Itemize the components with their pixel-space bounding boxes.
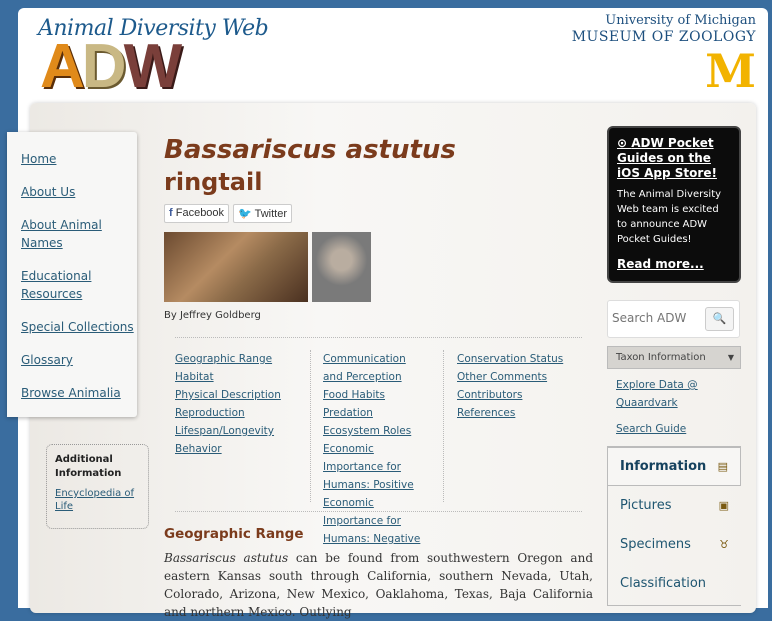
species-name-italic: Bassariscus astutus xyxy=(164,551,289,565)
toc-link[interactable]: Other Comments xyxy=(457,368,563,386)
promo-title-link[interactable]: ⊙ ADW Pocket Guides on the iOS App Store… xyxy=(617,136,731,181)
nav-about-us[interactable]: About Us xyxy=(21,183,137,201)
main-nav: Home About Us About Animal Names Educati… xyxy=(7,132,137,417)
nav-home[interactable]: Home xyxy=(21,150,137,168)
photo-strip xyxy=(164,232,594,302)
nav-browse-animalia[interactable]: Browse Animalia xyxy=(21,384,137,402)
photo-credit: By Jeffrey Goldberg xyxy=(164,310,261,321)
nav-special-collections[interactable]: Special Collections xyxy=(21,318,137,336)
tab-information[interactable]: Information ▤ xyxy=(608,447,741,486)
nav-about-animal-names[interactable]: About Animal Names xyxy=(21,216,137,252)
twitter-share-button[interactable]: 🐦 Twitter xyxy=(233,204,293,223)
tab-specimens[interactable]: Specimens ♉ xyxy=(608,525,741,564)
tab-classification[interactable]: Classification xyxy=(608,564,741,603)
toc-column-2: Communication and Perception Food Habits… xyxy=(310,350,428,545)
additional-info-title: Additional Information xyxy=(55,454,122,479)
adw-logo[interactable]: ADW xyxy=(40,36,182,98)
chevron-down-icon: ▼ xyxy=(727,353,734,362)
toc-link[interactable]: Geographic Range xyxy=(175,350,281,368)
table-of-contents: Geographic Range Habitat Physical Descri… xyxy=(175,337,582,545)
toc-link[interactable]: Communication and Perception xyxy=(323,350,428,386)
toc-link[interactable]: Physical Description xyxy=(175,386,281,404)
toc-link[interactable]: Economic Importance for Humans: Positive xyxy=(323,440,428,494)
toc-link[interactable]: Lifespan/Longevity xyxy=(175,422,281,440)
additional-info-box: Additional Information Encyclopedia of L… xyxy=(46,444,149,529)
toc-link[interactable]: References xyxy=(457,404,563,422)
toc-link[interactable]: Reproduction xyxy=(175,404,281,422)
common-name: ringtail xyxy=(164,168,263,196)
promo-body: The Animal Diversity Web team is excited… xyxy=(617,189,722,245)
magnifier-icon: 🔍 xyxy=(712,312,727,325)
scientific-name: Bassariscus astutus xyxy=(164,135,456,165)
read-more-link[interactable]: Read more... xyxy=(617,257,731,271)
search-guide-link[interactable]: Search Guide xyxy=(616,420,706,438)
info-circle-icon: ⊙ xyxy=(617,136,632,150)
skull-icon: ♉ xyxy=(719,538,729,551)
search-button[interactable]: 🔍 xyxy=(705,307,734,331)
species-header: Bassariscus astutus ringtail f Facebook … xyxy=(164,134,594,321)
twitter-icon: 🐦 xyxy=(238,208,252,220)
toc-link[interactable]: Contributors xyxy=(457,386,563,404)
facebook-icon: f xyxy=(169,207,173,219)
toc-link[interactable]: Behavior xyxy=(175,440,281,458)
share-buttons: f Facebook 🐦 Twitter xyxy=(164,204,594,223)
toc-link[interactable]: Economic Importance for Humans: Negative xyxy=(323,494,428,548)
side-links: Explore Data @ Quaardvark Search Guide xyxy=(616,376,706,438)
camera-icon: ▣ xyxy=(718,499,729,512)
umich-museum-logo[interactable]: University of Michigan MUSEUM OF ZOOLOGY xyxy=(572,13,756,45)
nav-educational-resources[interactable]: Educational Resources xyxy=(21,267,137,303)
toc-column-1: Geographic Range Habitat Physical Descri… xyxy=(175,350,281,458)
toc-link[interactable]: Habitat xyxy=(175,368,281,386)
species-tabs: Information ▤ Pictures ▣ Specimens ♉ Classi… xyxy=(607,446,741,606)
toc-link[interactable]: Food Habits xyxy=(323,386,428,404)
toc-column-3: Conservation Status Other Comments Contr… xyxy=(443,350,563,502)
taxon-select[interactable]: Taxon Information ▼ xyxy=(607,346,741,369)
search-input[interactable] xyxy=(612,311,702,325)
tab-pictures[interactable]: Pictures ▣ xyxy=(608,486,741,525)
toc-link[interactable]: Ecosystem Roles xyxy=(323,422,428,440)
nav-glossary[interactable]: Glossary xyxy=(21,351,137,369)
quaardvark-link[interactable]: Explore Data @ Quaardvark xyxy=(616,376,706,412)
toc-link[interactable]: Predation xyxy=(323,404,428,422)
toc-link[interactable]: Conservation Status xyxy=(457,350,563,368)
eol-link[interactable]: Encyclopedia of Life xyxy=(55,487,140,513)
section-heading: Geographic Range xyxy=(164,526,304,542)
ringtail-photo-2[interactable] xyxy=(312,232,371,302)
search-box: 🔍 xyxy=(607,300,740,338)
document-icon: ▤ xyxy=(717,460,728,473)
ringtail-photo-1[interactable] xyxy=(164,232,308,302)
section-text: Bassariscus astutus can be found from so… xyxy=(164,549,593,621)
promo-box: ⊙ ADW Pocket Guides on the iOS App Store… xyxy=(607,126,741,283)
facebook-share-button[interactable]: f Facebook xyxy=(164,204,230,223)
michigan-m-logo[interactable]: M xyxy=(705,48,756,94)
